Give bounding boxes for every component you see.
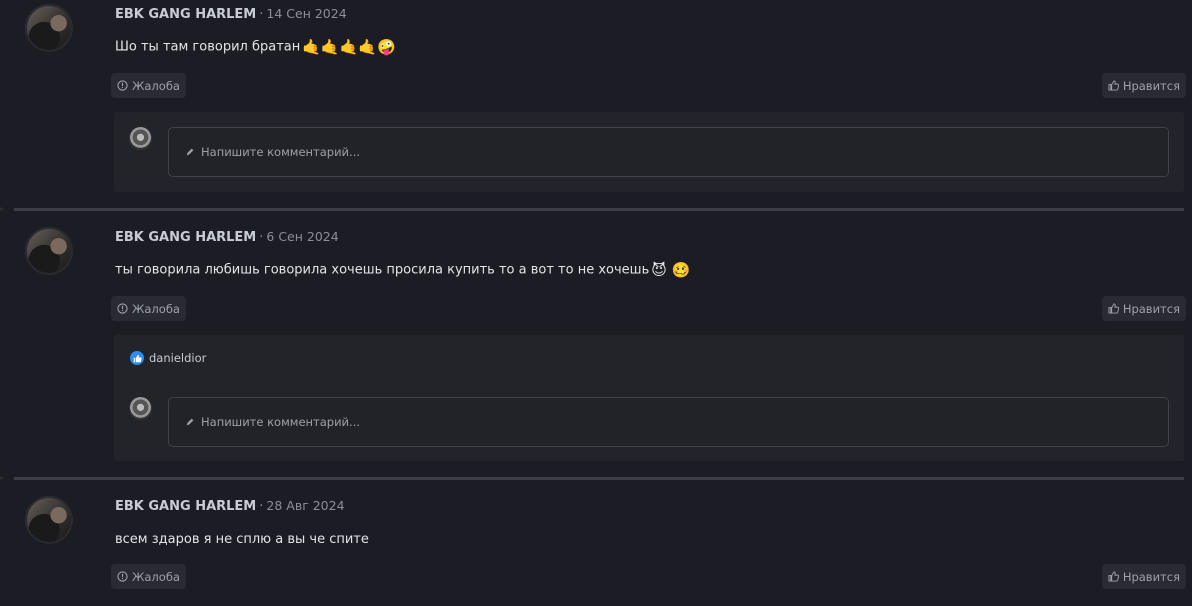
author-name[interactable]: EBK GANG HARLEM [115, 7, 256, 22]
report-label: Жалоба [132, 78, 180, 93]
post-divider [0, 476, 1184, 480]
post-date[interactable]: 14 Сен 2024 [266, 6, 346, 21]
like-label: Нравится [1122, 78, 1180, 93]
thumbs-up-icon [1108, 80, 1119, 91]
pencil-icon [186, 418, 194, 426]
post-meta: EBK GANG HARLEM · 6 Сен 2024 [115, 229, 339, 245]
comment-placeholder: Напишите комментарий... [201, 145, 361, 159]
report-label: Жалоба [132, 569, 180, 584]
info-circle-icon [117, 303, 128, 314]
current-user-avatar [129, 397, 152, 420]
like-button[interactable]: Нравится [1101, 564, 1186, 589]
info-circle-icon [117, 571, 128, 582]
report-button[interactable]: Жалоба [111, 296, 186, 321]
thumbs-up-icon [1108, 303, 1119, 314]
post-meta: EBK GANG HARLEM · 14 Сен 2024 [115, 6, 347, 22]
comment-placeholder: Напишите комментарий... [201, 415, 361, 429]
author-avatar[interactable] [25, 496, 73, 544]
message-text: Шо ты там говорил братан [115, 39, 301, 55]
comment-input[interactable]: Напишите комментарий... [168, 127, 1169, 177]
message-emojis: 🤙🤙🤙🤙🤪 [302, 38, 396, 56]
post-message: всем здаров я не сплю а вы че спите [115, 532, 369, 547]
author-name[interactable]: EBK GANG HARLEM [115, 230, 256, 245]
message-text: всем здаров я не сплю а вы че спите [115, 532, 369, 547]
like-button[interactable]: Нравится [1101, 73, 1186, 98]
message-emojis: 😈 🥴 [651, 261, 691, 279]
author-avatar[interactable] [25, 4, 73, 52]
meta-separator: · [259, 230, 264, 245]
comment-input[interactable]: Напишите комментарий... [168, 397, 1169, 447]
current-user-avatar [129, 127, 152, 150]
post-message: ты говорила любишь говорила хочешь проси… [115, 261, 690, 279]
like-label: Нравится [1122, 569, 1180, 584]
report-button[interactable]: Жалоба [111, 73, 186, 98]
liker-name[interactable]: danieldior [149, 351, 206, 365]
pencil-icon [186, 148, 194, 156]
report-button[interactable]: Жалоба [111, 564, 186, 589]
post-meta: EBK GANG HARLEM · 28 Авг 2024 [115, 498, 345, 514]
post-message: Шо ты там говорил братан 🤙🤙🤙🤙🤪 [115, 38, 396, 56]
likes-list: danieldior [130, 351, 206, 365]
comments-section: Напишите комментарий... [114, 112, 1184, 192]
post-date[interactable]: 6 Сен 2024 [266, 229, 338, 244]
post-divider [0, 207, 1184, 211]
meta-separator: · [259, 7, 264, 22]
like-label: Нравится [1122, 301, 1180, 316]
post-date[interactable]: 28 Авг 2024 [266, 498, 344, 513]
like-button[interactable]: Нравится [1101, 296, 1186, 321]
comments-section: danieldior Напишите комментарий... [114, 335, 1184, 461]
thumbs-up-icon [1108, 571, 1119, 582]
author-avatar[interactable] [25, 227, 73, 275]
report-label: Жалоба [132, 301, 180, 316]
message-text: ты говорила любишь говорила хочешь проси… [115, 262, 650, 278]
meta-separator: · [259, 499, 264, 514]
author-name[interactable]: EBK GANG HARLEM [115, 499, 256, 514]
like-reaction-icon [130, 351, 144, 365]
info-circle-icon [117, 80, 128, 91]
